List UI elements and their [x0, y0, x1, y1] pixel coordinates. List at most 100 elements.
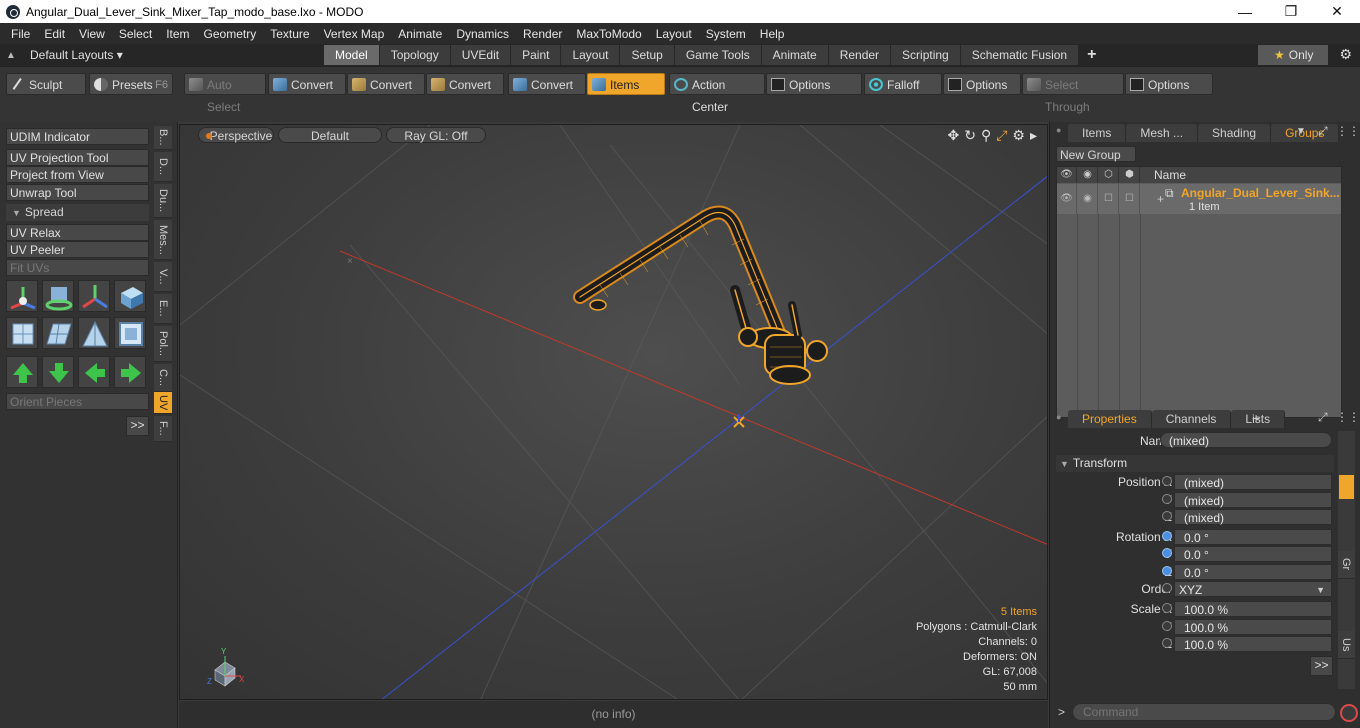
group-lock-checkbox[interactable]: ☐: [1099, 184, 1119, 214]
vtab-c[interactable]: C...: [154, 364, 172, 392]
uv-transform-icon[interactable]: [6, 280, 38, 312]
tab-items[interactable]: Items: [1068, 124, 1127, 142]
menu-texture[interactable]: Texture: [263, 27, 316, 41]
scale-y-anim-dot[interactable]: [1162, 621, 1172, 631]
falloff-options-button[interactable]: Options: [943, 73, 1021, 95]
tab-animate[interactable]: Animate: [761, 45, 829, 65]
group-select-checkbox[interactable]: ☐: [1120, 184, 1140, 214]
panel-options-icon[interactable]: ⋮⋮: [1336, 410, 1360, 424]
order-anim-dot[interactable]: [1162, 583, 1172, 593]
side-strip-active-marker[interactable]: [1339, 475, 1354, 499]
rotate-icon[interactable]: ↻: [964, 127, 976, 144]
tab-topology[interactable]: Topology: [379, 45, 451, 65]
uv-scale-icon[interactable]: [114, 280, 146, 312]
order-dropdown[interactable]: XYZ ▼: [1174, 581, 1332, 597]
uv-relax-button[interactable]: UV Relax: [6, 224, 149, 241]
menu-maxtomodo[interactable]: MaxToModo: [569, 27, 648, 41]
uv-pyramid-icon[interactable]: [78, 317, 110, 349]
vtab-uv[interactable]: UV: [154, 392, 172, 414]
scale-z-anim-dot[interactable]: [1162, 638, 1172, 648]
arrow-left-icon[interactable]: [78, 356, 110, 388]
viewport-menu-arrow-icon[interactable]: ▸: [1030, 127, 1037, 144]
tab-schematic-fusion[interactable]: Schematic Fusion: [960, 45, 1080, 65]
convert-vertices-button[interactable]: Convert: [268, 73, 346, 95]
raygl-toggle[interactable]: Ray GL: Off: [386, 127, 486, 143]
menu-animate[interactable]: Animate: [391, 27, 449, 41]
tab-channels[interactable]: Channels: [1151, 410, 1232, 428]
position-y-field[interactable]: (mixed): [1174, 492, 1332, 508]
uv-grid-icon[interactable]: [42, 317, 74, 349]
properties-more-button[interactable]: >>: [1310, 656, 1333, 676]
tab-uvedit[interactable]: UVEdit: [450, 45, 512, 65]
orient-pieces-button[interactable]: Orient Pieces: [6, 393, 149, 410]
arrow-down-icon[interactable]: [42, 356, 74, 388]
zoom-icon[interactable]: ⚲: [981, 127, 991, 144]
tab-properties[interactable]: Properties: [1068, 410, 1152, 428]
group-render-icon[interactable]: ◉: [1078, 184, 1098, 214]
name-field[interactable]: (mixed): [1160, 432, 1332, 448]
uv-move-icon[interactable]: [78, 280, 110, 312]
expand-plus-icon[interactable]: +: [1157, 192, 1164, 206]
convert-materials-button[interactable]: Convert: [508, 73, 586, 95]
tab-model[interactable]: Model: [324, 45, 380, 65]
arrow-right-icon[interactable]: [114, 356, 146, 388]
tab-render[interactable]: Render: [828, 45, 892, 65]
add-tab-button[interactable]: +: [1079, 45, 1106, 65]
falloff-button[interactable]: Falloff: [864, 73, 942, 95]
group-visibility-icon[interactable]: 👁: [1057, 184, 1077, 214]
menu-dynamics[interactable]: Dynamics: [449, 27, 516, 41]
project-from-view-button[interactable]: Project from View: [6, 166, 149, 183]
uv-peeler-button[interactable]: UV Peeler: [6, 241, 149, 258]
new-group-button[interactable]: New Group: [1056, 146, 1136, 162]
tab-shading[interactable]: Shading: [1198, 124, 1272, 142]
udim-indicator-button[interactable]: UDIM Indicator: [6, 128, 149, 145]
uv-box-icon[interactable]: [114, 317, 146, 349]
rotation-y-field[interactable]: 0.0 °: [1174, 546, 1332, 562]
side-tab-us[interactable]: Us: [1338, 631, 1355, 659]
menu-item[interactable]: Item: [159, 27, 196, 41]
uv-map-cube-icon[interactable]: [6, 317, 38, 349]
rotation-x-anim-dot[interactable]: [1162, 531, 1172, 541]
transform-section-header[interactable]: ▼ Transform: [1056, 455, 1334, 472]
scale-x-field[interactable]: 100.0 %: [1174, 601, 1332, 617]
position-x-anim-dot[interactable]: [1162, 476, 1172, 486]
uv-rotate-icon[interactable]: [42, 280, 74, 312]
vtab-f[interactable]: F...: [154, 416, 172, 442]
scale-y-field[interactable]: 100.0 %: [1174, 619, 1332, 635]
scale-x-anim-dot[interactable]: [1162, 603, 1172, 613]
position-x-field[interactable]: (mixed): [1174, 474, 1332, 490]
menu-file[interactable]: File: [4, 27, 37, 41]
scale-z-field[interactable]: 100.0 %: [1174, 636, 1332, 652]
spread-section-header[interactable]: ▼ Spread: [6, 204, 149, 221]
pan-icon[interactable]: ✥: [947, 127, 959, 144]
arrow-up-icon[interactable]: [6, 356, 38, 388]
menu-vertex-map[interactable]: Vertex Map: [317, 27, 392, 41]
vtab-e[interactable]: E...: [154, 294, 172, 324]
only-toggle[interactable]: ★ Only: [1258, 45, 1328, 65]
uv-projection-tool-button[interactable]: UV Projection Tool: [6, 149, 149, 166]
vtab-v[interactable]: V...: [154, 262, 172, 292]
shading-dropdown[interactable]: Default: [278, 127, 382, 143]
rotation-z-anim-dot[interactable]: [1162, 566, 1172, 576]
side-tab-gr[interactable]: Gr: [1338, 551, 1355, 579]
menu-view[interactable]: View: [72, 27, 112, 41]
maximize-button[interactable]: ❐: [1268, 0, 1314, 23]
tab-layout[interactable]: Layout: [561, 45, 621, 65]
viewport-gear-icon[interactable]: ⚙: [1012, 127, 1025, 144]
fit-uvs-button[interactable]: Fit UVs: [6, 259, 149, 276]
sculpt-button[interactable]: Sculpt: [6, 73, 86, 95]
vtab-d[interactable]: D...: [154, 152, 172, 182]
menu-edit[interactable]: Edit: [37, 27, 72, 41]
gear-icon[interactable]: ⚙: [1339, 46, 1352, 63]
presets-button[interactable]: Presets F6: [89, 73, 173, 95]
menu-geometry[interactable]: Geometry: [197, 27, 264, 41]
menu-system[interactable]: System: [699, 27, 753, 41]
layout-collapse-icon[interactable]: ▲: [0, 50, 22, 61]
menu-render[interactable]: Render: [516, 27, 569, 41]
panel-options-icon[interactable]: ⋮⋮: [1336, 124, 1360, 138]
select-through-options-button[interactable]: Options: [1125, 73, 1213, 95]
vtab-du[interactable]: Du...: [154, 184, 172, 218]
select-through-button[interactable]: Select Through: [1022, 73, 1124, 114]
maximize-viewport-icon[interactable]: ⤢: [996, 127, 1007, 144]
vtab-mes[interactable]: Mes...: [154, 220, 172, 260]
